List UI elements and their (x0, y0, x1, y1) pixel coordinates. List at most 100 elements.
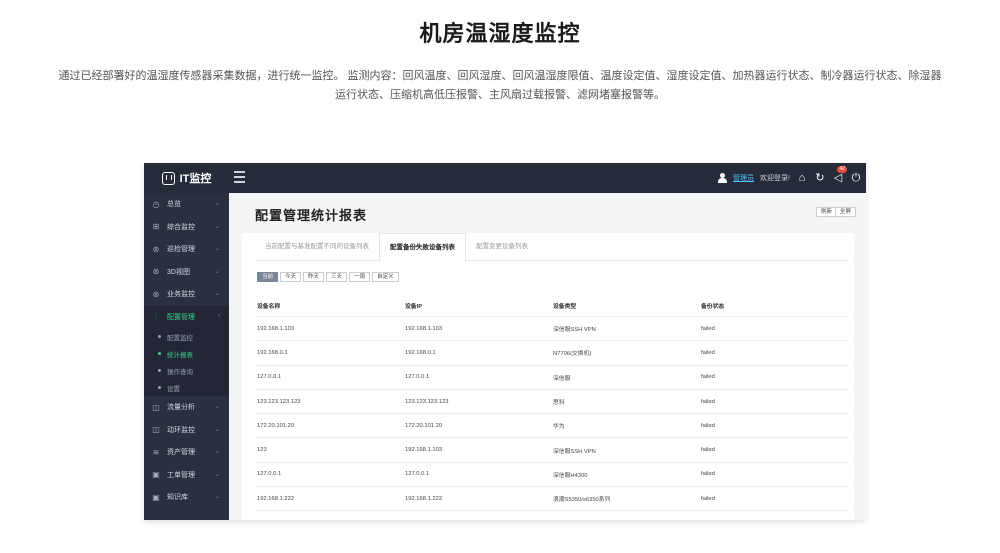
brand-name: IT监控 (179, 173, 212, 185)
table-row[interactable]: 127.0.0.1 127.0.0.1 深信服H4300 failed (255, 463, 849, 488)
chevron-down-icon: ⌄ (214, 494, 220, 500)
filter-button[interactable]: 今天 (280, 272, 302, 282)
sidebar: ◷ 总览 ⌄ ⊞ 综合监控 ⌄ ⊛ 巡检管理 ⌄ ⊛ 3D视图 ⌄ ⊛ 业务监控 ⌄ ⫶ 配置管理 ‹ 配置监控统计… (144, 193, 229, 520)
table-row[interactable]: 172.20.101.20 172.20.101.20 华为 failed (255, 414, 849, 439)
sidebar-item[interactable]: ▣ 知识库 ⌄ (144, 486, 229, 509)
table-row[interactable]: 127.0.0.1 127.0.0.1 深信服 failed (255, 366, 849, 390)
environment-icon: ◫ (152, 425, 160, 435)
sidebar-item[interactable]: ⊞ 综合监控 ⌄ (144, 216, 229, 239)
chevron-down-icon: ⌄ (214, 201, 220, 207)
column-header: 备份状态 (701, 304, 725, 310)
report-card: 当前配置与基准配置不同的设备列表 配置备份失败设备列表 配置变更设备列表 当前 今天昨… (242, 233, 854, 520)
sidebar-item[interactable]: ⊛ 3D视图 ⌄ (144, 261, 229, 284)
tab-item[interactable]: 当前配置与基准配置不同的设备列表 (255, 233, 379, 261)
home-icon[interactable]: ⌂ (796, 172, 808, 184)
table-row[interactable]: 123.123.123.123 123.123.123.123 思科 failed (255, 390, 849, 415)
table-row[interactable]: 192.168.1.103 192.168.1.103 深信服SSH VPN fail… (255, 317, 849, 342)
filter-button[interactable]: 一周 (349, 272, 371, 282)
column-header: 设备类型 (553, 304, 577, 310)
table-cell: failed (701, 325, 715, 332)
table-cell: 深信服SSH VPN (553, 327, 596, 334)
table-cell: failed (701, 422, 715, 429)
chevron-down-icon: ⌄ (214, 426, 220, 433)
clock-icon: ◷ (152, 199, 160, 209)
bullet-icon (158, 352, 161, 355)
main-content: 配置管理统计报表 刷新 全屏 当前配置与基准配置不同的设备列表 配置备份失败设备列… (229, 193, 866, 520)
table-cell: failed (701, 471, 715, 478)
brand-logo[interactable]: IT监控 (144, 163, 229, 193)
sidebar-item[interactable]: ⫶ 配置管理 ‹ (144, 305, 229, 328)
table-cell: 127.0.0.1 (405, 471, 430, 478)
table-row[interactable]: 192.168.0.1 192.168.0.1 N7706(交换机) failed (255, 341, 849, 366)
table-row[interactable]: 123 192.168.1.103 深信服SSH VPN failed (255, 438, 849, 463)
bullet-icon (158, 335, 161, 338)
chevron-down-icon: ⌄ (214, 268, 220, 275)
column-header: 设备IP (405, 304, 423, 310)
table-cell: 123.123.123.123 (405, 398, 449, 405)
sidebar-subitem-label: 操作查询 (167, 368, 193, 376)
filter-button[interactable]: 自定义 (372, 272, 399, 282)
sidebar-subitem[interactable]: 配置监控 (144, 328, 229, 345)
sidebar-item[interactable]: ≋ 资产管理 ⌄ (144, 441, 229, 464)
column-header: 设备名称 (257, 304, 281, 310)
sidebar-subitem[interactable]: 操作查询 (144, 362, 229, 379)
filter-button[interactable]: 昨天 (303, 272, 325, 282)
chevron-down-icon: ⌄ (214, 471, 220, 478)
sidebar-subitem[interactable]: 统计报表 (144, 345, 229, 362)
table-cell: 123.123.123.123 (257, 398, 301, 405)
table-cell: 思科 (553, 400, 565, 407)
table-cell: 深信服 (553, 375, 571, 382)
power-icon[interactable]: ⏻ (850, 172, 862, 184)
asset-icon: ≋ (152, 447, 160, 457)
sidebar-item[interactable]: ⊛ 巡检管理 ⌄ (144, 238, 229, 261)
fullscreen-button[interactable]: 全屏 (834, 207, 856, 217)
refresh-icon[interactable]: ↻ (814, 172, 826, 184)
top-bar: IT监控 管理员 欢迎登录! ⌂ ↻ ◁ 42 ⏻ (144, 163, 866, 193)
sidebar-item[interactable]: ◷ 总览 ⌄ (144, 193, 229, 216)
table-cell: 192.168.1.222 (405, 495, 443, 502)
chevron-down-icon: ⌄ (214, 449, 220, 455)
send-icon[interactable]: ◁ 42 (832, 166, 847, 184)
business-icon: ⊛ (152, 289, 160, 299)
table-cell: 127.0.0.1 (257, 471, 282, 478)
tab-item[interactable]: 配置变更设备列表 (466, 233, 538, 261)
tab-item[interactable]: 配置备份失败设备列表 (379, 233, 466, 262)
sidebar-subitem-label: 统计报表 (167, 351, 193, 359)
table-row[interactable]: 192.168.1.222 192.168.1.222 浪潮S5350/s6350系… (255, 487, 849, 512)
refresh-button[interactable]: 刷新 (815, 207, 837, 217)
hero-desc-line2: 运行状态、压缩机高低压报警、主风扇过载报警、滤网堵塞报警等。 (335, 89, 665, 101)
table-cell: 172.20.101.20 (257, 422, 295, 429)
hero-title: 机房温湿度监控 (419, 21, 581, 46)
sidebar-item[interactable]: ⊛ 业务监控 ⌄ (144, 283, 229, 306)
table-cell: 172.20.101.20 (405, 422, 443, 429)
sidebar-subitem-label: 设置 (167, 385, 180, 393)
monitor-icon: ⊞ (152, 222, 160, 232)
sidebar-item-label: 总览 (167, 201, 181, 209)
brand-icon (161, 171, 175, 185)
sidebar-item-label: 配置管理 (167, 313, 195, 321)
sidebar-subitem-label: 配置监控 (167, 334, 193, 342)
sidebar-item[interactable]: ◫ 流量分析 ⌄ (144, 396, 229, 419)
table-cell: failed (701, 398, 715, 405)
table-cell: 192.168.1.103 (405, 447, 443, 454)
sidebar-item-label: 巡检管理 (167, 246, 195, 254)
filter-button[interactable]: 三天 (326, 272, 348, 282)
chevron-left-icon: ‹ (218, 312, 220, 319)
patrol-icon: ⊛ (152, 244, 160, 254)
table-cell: failed (701, 447, 715, 454)
sidebar-item-label: 工单管理 (167, 471, 195, 479)
config-icon: ⫶ (155, 311, 157, 321)
user-name-link[interactable]: 管理员 (733, 173, 754, 183)
app-screenshot: IT监控 管理员 欢迎登录! ⌂ ↻ ◁ 42 ⏻ ◷ 总览 ⌄ ⊞ 综合监控 ⌄ ⊛ 巡检管理… (144, 163, 866, 520)
sidebar-item[interactable]: ▣ 工单管理 ⌄ (144, 464, 229, 487)
table-cell: 192.168.1.103 (257, 325, 295, 332)
sidebar-item-label: 3D视图 (167, 268, 190, 276)
menu-toggle-icon[interactable] (234, 171, 248, 183)
page-title: 配置管理统计报表 (255, 208, 368, 223)
sidebar-item[interactable]: ◫ 动环监控 ⌄ (144, 419, 229, 442)
bullet-icon (158, 386, 161, 389)
sidebar-subitem[interactable]: 设置 (144, 379, 229, 396)
sidebar-item-label: 资产管理 (167, 449, 195, 457)
traffic-icon: ◫ (152, 402, 160, 412)
filter-button[interactable]: 当前 (257, 272, 279, 282)
